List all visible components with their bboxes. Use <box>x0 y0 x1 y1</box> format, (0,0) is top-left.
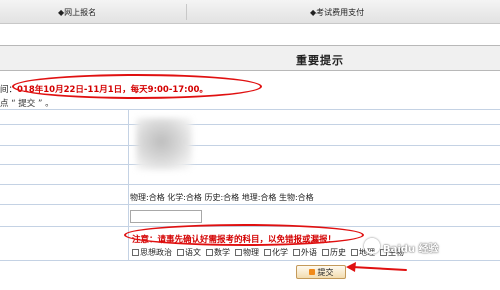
submit-icon <box>308 269 315 275</box>
subject-option[interactable]: 语文 <box>177 247 201 258</box>
subject-option[interactable]: 数学 <box>206 247 230 258</box>
baidu-paw-logo <box>364 238 380 254</box>
subject-option[interactable]: 历史 <box>322 247 346 258</box>
red-highlight-ellipse <box>12 74 262 99</box>
watermark-text: Baidu 经验 <box>383 244 439 255</box>
text-input[interactable] <box>130 210 202 223</box>
subject-label: 数学 <box>214 248 230 257</box>
subject-label: 外语 <box>301 248 317 257</box>
grid-line <box>0 184 500 185</box>
subject-option[interactable]: 物理 <box>235 247 259 258</box>
grid-line <box>0 260 500 261</box>
grid-line <box>0 109 500 110</box>
checkbox[interactable] <box>132 249 139 256</box>
checkbox[interactable] <box>177 249 184 256</box>
checkbox[interactable] <box>322 249 329 256</box>
subject-label: 语文 <box>185 248 201 257</box>
checkbox[interactable] <box>293 249 300 256</box>
page-title: 重要提示 <box>296 54 344 67</box>
subject-label: 物理 <box>243 248 259 257</box>
top-nav: ◆网上报名 ◆考试费用支付 <box>0 0 500 24</box>
submit-label: 提交 <box>317 267 334 277</box>
checkbox[interactable] <box>264 249 271 256</box>
red-highlight-ellipse <box>124 224 364 246</box>
tab-online-registration[interactable]: ◆网上报名 <box>58 7 96 18</box>
submit-instruction: 点 “ 提交 ” 。 <box>0 99 54 109</box>
nav-divider <box>186 4 187 20</box>
subject-option[interactable]: 思想政治 <box>132 247 172 258</box>
grid-line <box>0 204 500 205</box>
checkbox[interactable] <box>206 249 213 256</box>
checkbox[interactable] <box>235 249 242 256</box>
tab-exam-fee-payment[interactable]: ◆考试费用支付 <box>310 7 364 18</box>
subject-option[interactable]: 外语 <box>293 247 317 258</box>
grid-line <box>0 145 500 146</box>
grid-line <box>0 164 500 165</box>
blurred-personal-info <box>136 118 192 170</box>
checkbox[interactable] <box>351 249 358 256</box>
exam-grades: 物理:合格 化学:合格 历史:合格 地理:合格 生物:合格 <box>130 193 314 202</box>
section-header: 重要提示 <box>0 45 500 71</box>
submit-button[interactable]: 提交 <box>296 265 346 279</box>
red-arrow-icon <box>346 262 407 272</box>
subject-label: 化学 <box>272 248 288 257</box>
grid-line <box>0 124 500 125</box>
subject-label: 思想政治 <box>140 248 172 257</box>
subject-option[interactable]: 化学 <box>264 247 288 258</box>
